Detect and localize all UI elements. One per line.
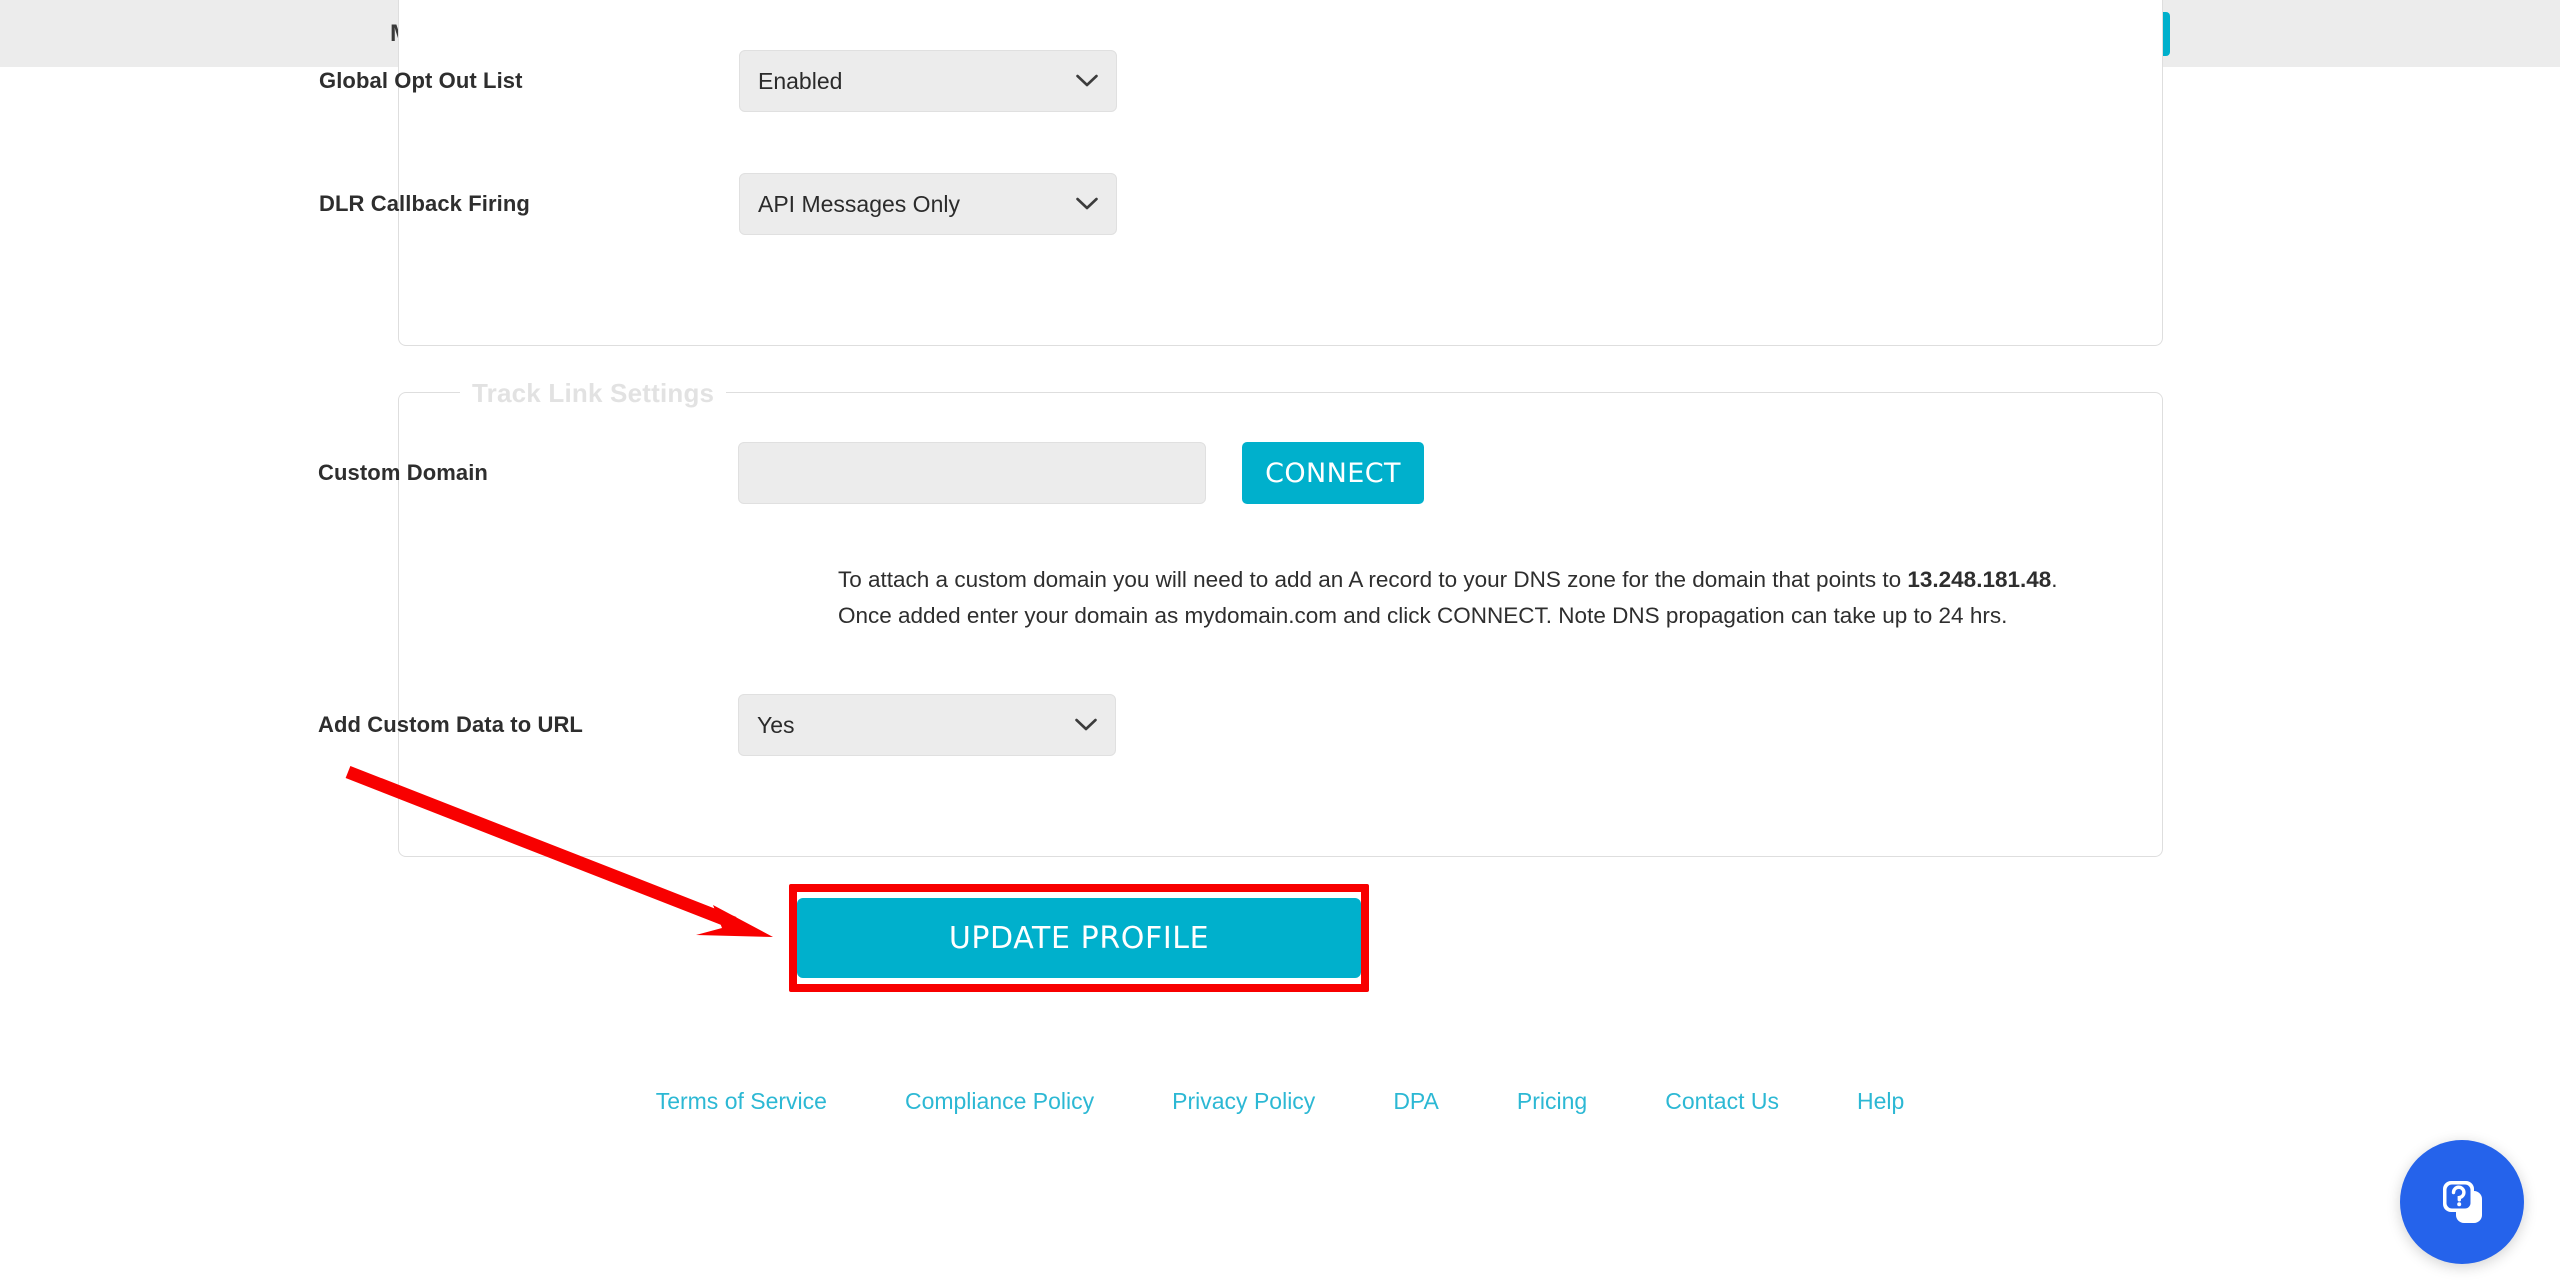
dns-note-part1: To attach a custom domain you will need … — [838, 567, 1908, 592]
footer-link-help[interactable]: Help — [1857, 1088, 1904, 1115]
chevron-down-icon — [1075, 718, 1097, 732]
form-row-global-opt-out: Global Opt Out List Enabled — [319, 50, 1117, 112]
footer-link-dpa[interactable]: DPA — [1393, 1088, 1439, 1115]
chevron-down-icon — [1076, 74, 1098, 88]
footer-link-privacy-policy[interactable]: Privacy Policy — [1172, 1088, 1315, 1115]
global-opt-out-value: Enabled — [758, 67, 843, 94]
form-row-dlr-callback: DLR Callback Firing API Messages Only — [319, 173, 1117, 235]
form-row-custom-domain: Custom Domain CONNECT — [318, 442, 1424, 504]
general-settings-card: Global Opt Out List Enabled DLR Callback… — [319, 0, 2163, 346]
page-root: MESSAGING NUMBERS SETTINGS BILLING API L… — [0, 0, 2560, 1284]
add-custom-data-value: Yes — [757, 711, 795, 738]
connect-button[interactable]: CONNECT — [1242, 442, 1424, 504]
help-chat-widget-button[interactable] — [2400, 1140, 2524, 1264]
global-opt-out-select[interactable]: Enabled — [739, 50, 1117, 112]
dns-ip-address: 13.248.181.48 — [1907, 567, 2052, 592]
footer-links: Terms of Service Compliance Policy Priva… — [0, 1088, 2560, 1115]
dlr-callback-label: DLR Callback Firing — [319, 191, 530, 216]
add-custom-data-label: Add Custom Data to URL — [318, 712, 583, 737]
dns-instructions-text: To attach a custom domain you will need … — [838, 562, 2108, 634]
update-profile-button[interactable]: UPDATE PROFILE — [797, 898, 1361, 978]
custom-domain-input[interactable] — [738, 442, 1206, 504]
footer-link-compliance-policy[interactable]: Compliance Policy — [905, 1088, 1094, 1115]
footer-link-contact-us[interactable]: Contact Us — [1665, 1088, 1779, 1115]
add-custom-data-select[interactable]: Yes — [738, 694, 1116, 756]
global-opt-out-label: Global Opt Out List — [319, 68, 523, 93]
footer-link-pricing[interactable]: Pricing — [1517, 1088, 1587, 1115]
dlr-callback-select[interactable]: API Messages Only — [739, 173, 1117, 235]
dlr-callback-value: API Messages Only — [758, 190, 960, 217]
help-question-card-icon — [2443, 1181, 2482, 1223]
custom-domain-label: Custom Domain — [318, 460, 488, 485]
chevron-down-icon — [1076, 197, 1098, 211]
track-link-settings-legend: Track Link Settings — [460, 378, 727, 408]
footer-link-terms-of-service[interactable]: Terms of Service — [656, 1088, 827, 1115]
update-profile-area: UPDATE PROFILE — [789, 884, 1369, 992]
form-row-add-custom-data: Add Custom Data to URL Yes — [318, 694, 1116, 756]
